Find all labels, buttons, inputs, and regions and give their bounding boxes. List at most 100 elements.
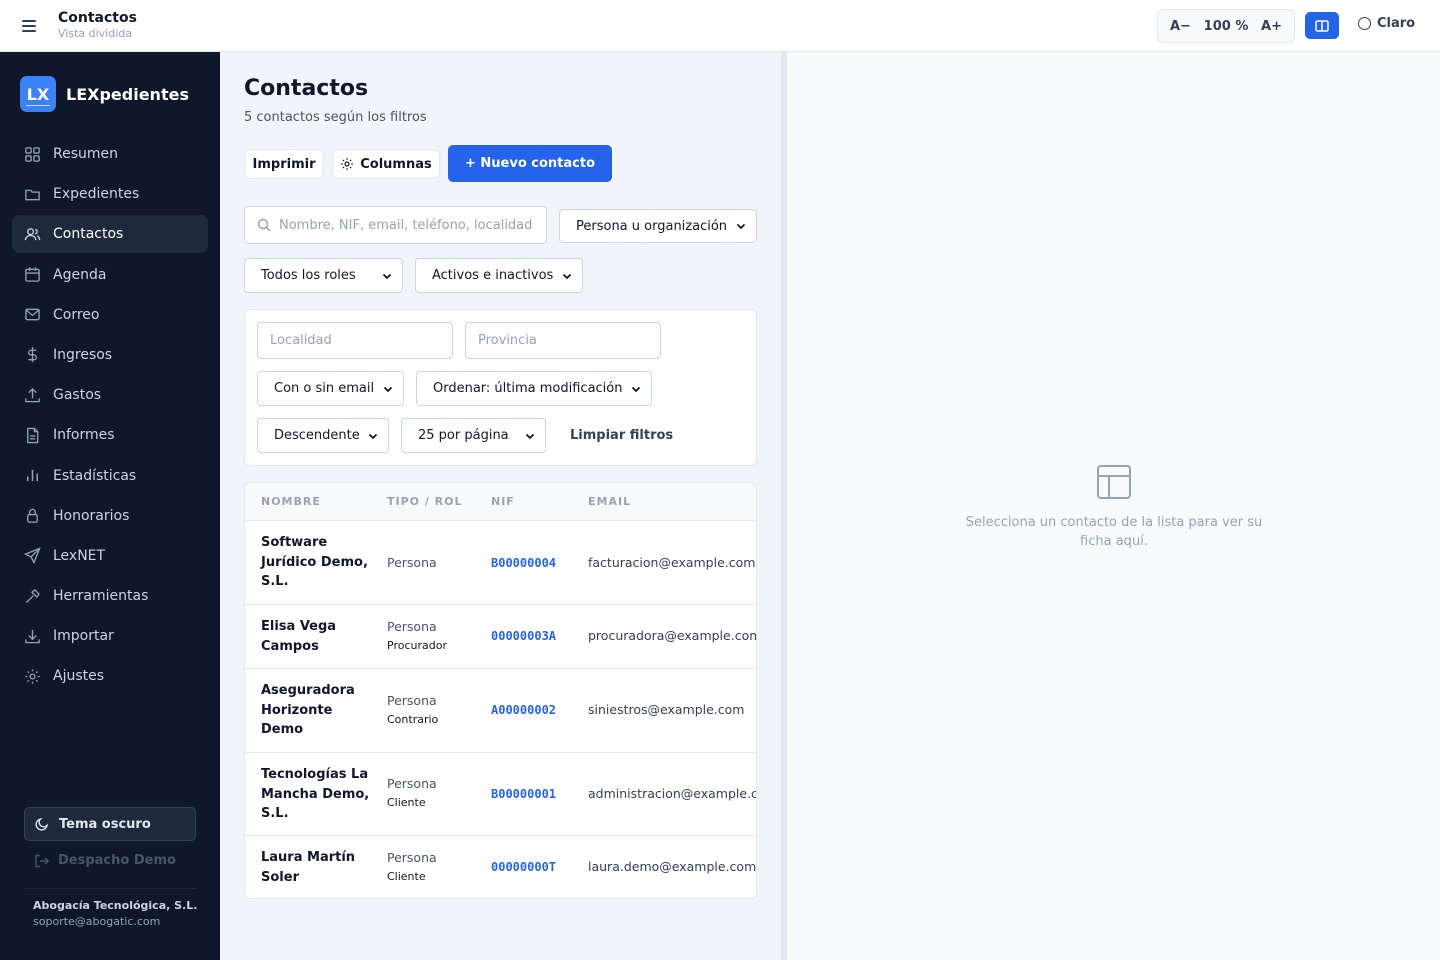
zoom-in-button[interactable]: A+ (1261, 19, 1282, 34)
sidebar-item-estadisticas[interactable]: Estadísticas (12, 457, 208, 495)
empty-state-text: Selecciona un contacto de la lista para … (965, 515, 1263, 549)
contact-nif[interactable]: 00000003A (491, 629, 556, 643)
sidebar-item-label: Correo (53, 306, 100, 323)
table-row[interactable]: Elisa Vega Campos Persona Procurador 0000… (245, 605, 756, 669)
sidebar-item-label: LexNET (53, 547, 106, 564)
sidebar-item-contactos[interactable]: Contactos (12, 215, 208, 254)
zoom-level: 100 % (1203, 18, 1249, 34)
sidebar-item-label: Expedientes (53, 186, 140, 203)
columns-label: Columnas (360, 156, 432, 172)
contact-type-value: Persona (387, 776, 437, 791)
print-button[interactable]: Imprimir (244, 149, 324, 179)
folder-icon (25, 189, 40, 201)
table-row[interactable]: Software Jurídico Demo, S.L. Persona B00… (245, 521, 756, 605)
contact-role: Contrario (387, 713, 439, 726)
contact-role: Cliente (387, 870, 426, 883)
table-row[interactable]: Laura Martín Soler Persona Cliente 000000… (245, 836, 756, 898)
role-select[interactable]: Todos los roles (244, 258, 403, 293)
chevron-down-icon (562, 273, 572, 279)
direction-select[interactable]: Descendente (257, 418, 389, 453)
status-select[interactable]: Activos e inactivos (415, 258, 583, 293)
locality-input[interactable]: Localidad (257, 322, 453, 359)
company-email: soporte@abogatic.com (33, 915, 161, 928)
chevron-down-icon (736, 223, 746, 230)
sidebar-item-correo[interactable]: Correo (12, 296, 208, 334)
table-row[interactable]: Aseguradora Horizonte Demo Persona Contra… (245, 669, 756, 753)
logout-button[interactable]: Despacho Demo (34, 853, 176, 868)
split-view-button[interactable] (1305, 12, 1339, 39)
contact-nif[interactable]: 00000000T (491, 860, 556, 874)
sidebar-item-ingresos[interactable]: Ingresos (12, 336, 208, 374)
sidebar-item-label: Agenda (53, 266, 107, 283)
province-input[interactable]: Provincia (465, 322, 661, 359)
contact-email: facturacion@example.com (588, 555, 756, 570)
chevron-down-icon (383, 386, 393, 392)
sidebar-item-lexnet[interactable]: LexNET (12, 537, 208, 575)
contact-nif[interactable]: A00000002 (491, 703, 556, 717)
contact-name: Laura Martín Soler (261, 850, 356, 885)
type-select[interactable]: Persona u organización (559, 209, 757, 243)
advanced-filters: Localidad Provincia Con o sin email Orde… (244, 309, 757, 466)
mail-icon (25, 308, 40, 321)
search-input[interactable]: Nombre, NIF, email, teléfono, localidad (244, 206, 547, 244)
column-header-email[interactable]: EMAIL (588, 495, 631, 508)
sidebar-item-label: Gastos (53, 387, 102, 404)
contact-role: Procurador (387, 639, 447, 652)
page-subtitle: 5 contactos según los filtros (244, 110, 427, 125)
clear-filters-link[interactable]: Limpiar filtros (570, 428, 673, 443)
file-text-icon (27, 427, 39, 444)
top-subtitle: Vista dividida (58, 27, 132, 40)
sidebar-item-importar[interactable]: Importar (12, 617, 208, 655)
sidebar-item-gastos[interactable]: Gastos (12, 376, 208, 414)
brand[interactable]: LX LEXpedientes (20, 76, 189, 112)
zoom-controls: A− 100 % A+ (1157, 9, 1295, 43)
sidebar-item-honorarios[interactable]: Honorarios (12, 497, 208, 535)
contact-name: Aseguradora Horizonte Demo (261, 683, 355, 737)
province-placeholder: Provincia (478, 333, 537, 348)
sidebar-item-expedientes[interactable]: Expedientes (12, 175, 208, 213)
column-header-nif[interactable]: NIF (491, 495, 515, 508)
brand-logo: LX (20, 76, 56, 112)
table-row[interactable]: Tecnologías La Mancha Demo, S.L. Persona… (245, 753, 756, 836)
direction-select-value: Descendente (274, 428, 360, 443)
sidebar-item-resumen[interactable]: Resumen (12, 135, 208, 173)
columns-button[interactable]: Columnas (332, 149, 440, 179)
search-icon (257, 218, 271, 232)
new-contact-button[interactable]: + Nuevo contacto (448, 145, 612, 182)
detail-pane: Selecciona un contacto de la lista para … (787, 52, 1440, 960)
menu-icon[interactable] (22, 16, 40, 36)
order-select[interactable]: Ordenar: última modificación (416, 371, 652, 406)
sidebar-item-label: Ajustes (53, 668, 105, 685)
logout-label: Despacho Demo (58, 853, 176, 868)
sidebar-item-herramientas[interactable]: Herramientas (12, 577, 208, 615)
company-name: Abogacía Tecnológica, S.L. (33, 899, 198, 912)
contact-type: Persona Contrario (387, 693, 438, 726)
chevron-down-icon (631, 386, 641, 392)
contact-type: Persona Procurador (387, 619, 447, 652)
theme-toggle[interactable]: Claro (1358, 16, 1415, 31)
search-placeholder: Nombre, NIF, email, teléfono, localidad (279, 217, 533, 233)
page-size-select[interactable]: 25 por página (401, 418, 546, 453)
sidebar-item-informes[interactable]: Informes (12, 416, 208, 454)
column-header-type[interactable]: TIPO / ROL (387, 495, 463, 508)
page-title: Contactos (244, 76, 369, 101)
contact-name: Elisa Vega Campos (261, 619, 337, 654)
calendar-icon (25, 267, 40, 282)
zoom-out-button[interactable]: A− (1170, 19, 1191, 34)
sidebar-item-ajustes[interactable]: Ajustes (12, 657, 208, 695)
top-title: Contactos Vista dividida (58, 10, 137, 40)
sidebar-divider (24, 888, 196, 889)
grid-icon (25, 146, 40, 162)
contact-nif[interactable]: B00000001 (491, 787, 556, 801)
contact-nif[interactable]: B00000004 (491, 556, 556, 570)
sidebar-item-agenda[interactable]: Agenda (12, 256, 208, 294)
dark-theme-button[interactable]: Tema oscuro (24, 807, 196, 841)
email-select[interactable]: Con o sin email (257, 371, 404, 406)
theme-label: Claro (1377, 16, 1416, 31)
column-header-name[interactable]: NOMBRE (261, 495, 321, 508)
contact-type: Persona Cliente (387, 850, 437, 883)
contact-role: Cliente (387, 796, 426, 809)
contact-type-value: Persona (387, 619, 437, 634)
moon-icon (35, 817, 49, 831)
split-view-icon (1315, 19, 1329, 32)
